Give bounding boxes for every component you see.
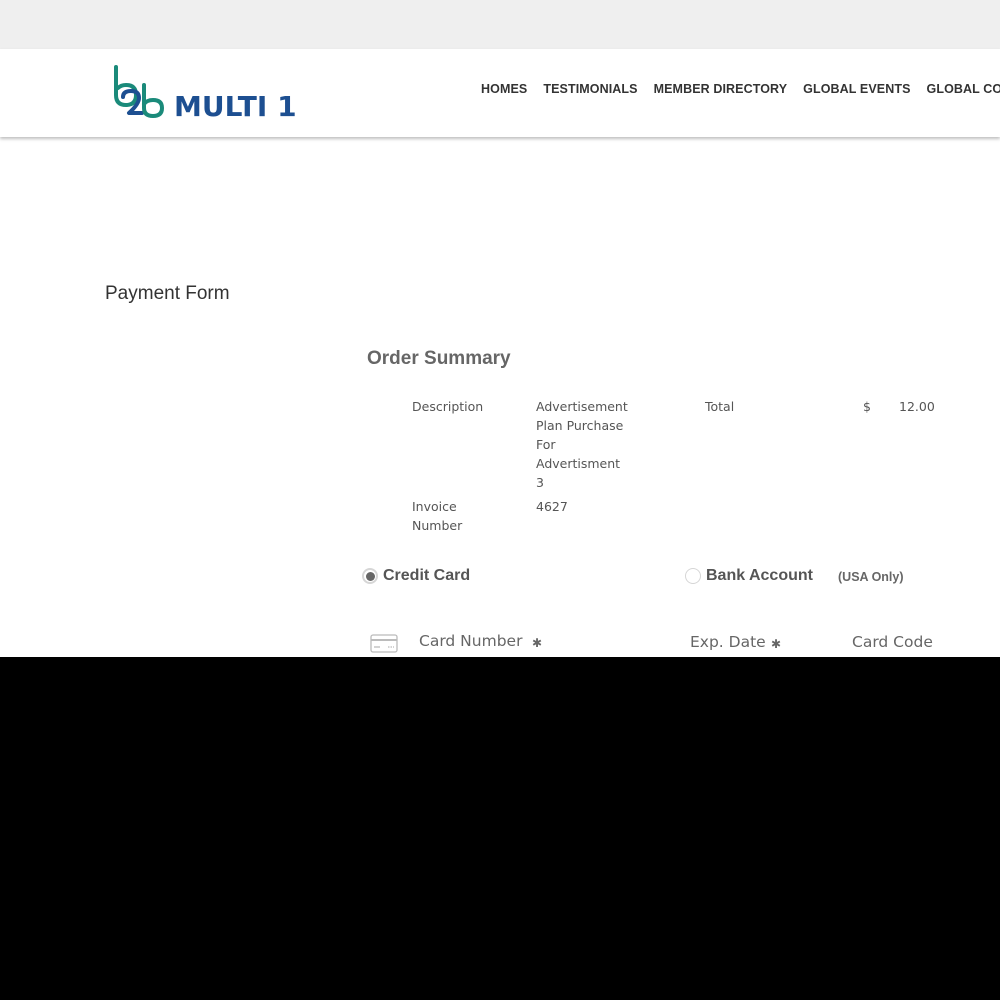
site-logo[interactable]: MULTI 1: [111, 63, 311, 123]
site-header: MULTI 1 HOMES TESTIMONIALS MEMBER DIRECTOR…: [0, 49, 1000, 137]
required-marker: ✱: [771, 637, 782, 651]
invoice-value: 4627: [536, 499, 568, 514]
description-label: Description: [412, 399, 484, 414]
bank-account-label[interactable]: Bank Account: [706, 567, 813, 585]
bank-account-radio[interactable]: [685, 568, 701, 584]
total-label: Total: [705, 399, 735, 414]
credit-card-label[interactable]: Credit Card: [383, 567, 470, 585]
order-summary-title: Order Summary: [367, 348, 511, 369]
logo-text: MULTI 1: [174, 90, 297, 123]
currency-symbol: $: [863, 399, 871, 414]
invoice-label-line: Invoice: [412, 499, 457, 514]
required-marker: ✱: [532, 636, 543, 650]
logo-mark-icon: MULTI 1: [114, 65, 297, 123]
credit-card-icon: [370, 634, 398, 653]
nav-testimonials[interactable]: TESTIMONIALS: [543, 82, 637, 96]
browser-viewport: MULTI 1 HOMES TESTIMONIALS MEMBER DIRECTOR…: [0, 0, 1000, 657]
bank-account-note: (USA Only): [838, 570, 904, 584]
exp-date-label: Exp. Date: [690, 633, 766, 651]
nav-global-comm[interactable]: GLOBAL COMM: [927, 82, 1000, 96]
description-line: 3: [536, 475, 544, 490]
description-value: Advertisement Plan Purchase For Advertis…: [536, 397, 628, 492]
description-line: For: [536, 437, 556, 452]
description-line: Plan Purchase: [536, 418, 624, 433]
card-code-label: Card Code: [852, 633, 933, 651]
page-title: Payment Form: [105, 283, 230, 304]
nav-global-events[interactable]: GLOBAL EVENTS: [803, 82, 910, 96]
total-value: 12.00: [899, 399, 935, 414]
invoice-label: Invoice Number: [412, 497, 462, 535]
description-line: Advertisement: [536, 399, 628, 414]
description-line: Advertisment: [536, 456, 621, 471]
top-bar: [0, 0, 1000, 49]
nav-homes[interactable]: HOMES: [481, 82, 527, 96]
credit-card-radio[interactable]: [362, 568, 378, 584]
card-number-label: Card Number: [419, 632, 523, 650]
nav-member-directory[interactable]: MEMBER DIRECTORY: [654, 82, 788, 96]
main-nav: HOMES TESTIMONIALS MEMBER DIRECTORY GLOBAL …: [481, 82, 1000, 96]
invoice-label-line: Number: [412, 518, 463, 533]
